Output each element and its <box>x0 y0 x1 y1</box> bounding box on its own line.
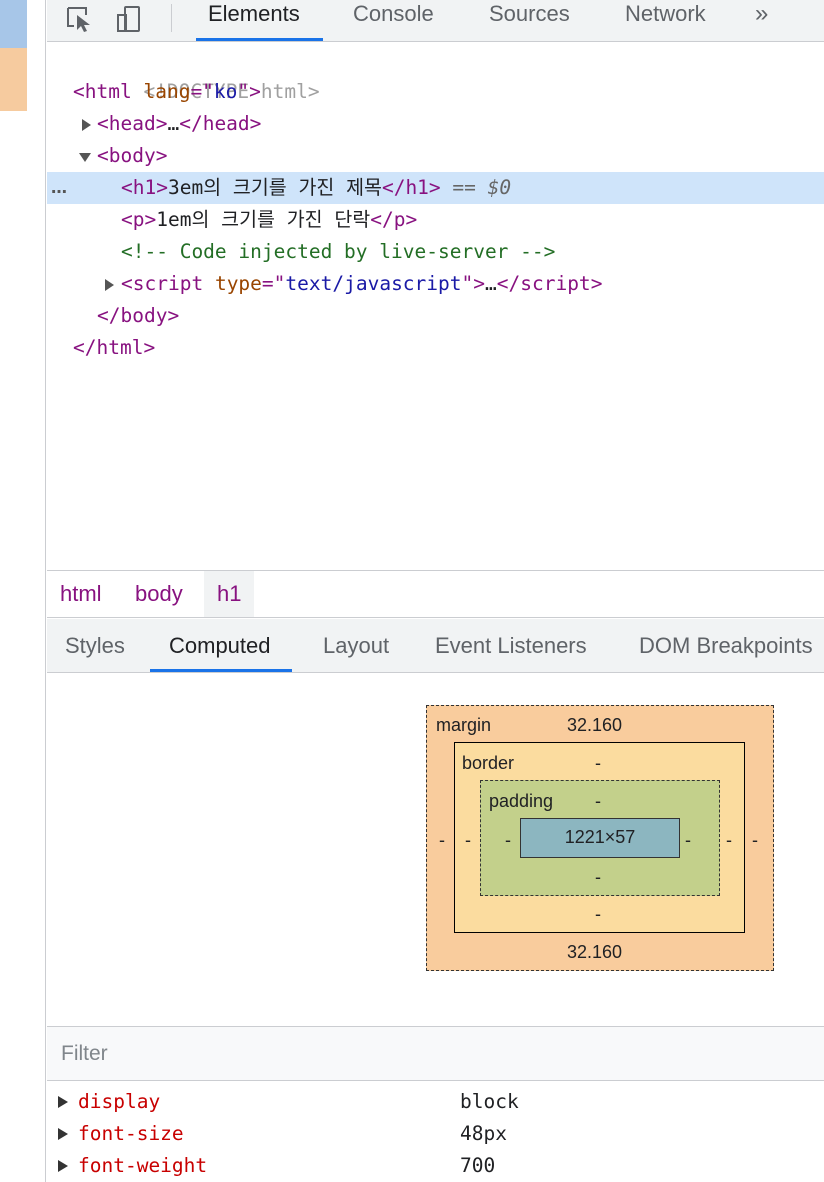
margin-label: margin <box>436 715 492 735</box>
border-label: border <box>462 753 515 773</box>
collapse-arrow-icon[interactable] <box>79 153 91 162</box>
tab-network[interactable]: Network <box>625 0 706 41</box>
inspected-page-strip <box>0 0 46 1182</box>
expand-arrow-icon[interactable] <box>58 1128 68 1140</box>
padding-label: padding <box>489 791 554 811</box>
head-ellipsis[interactable]: … <box>167 112 179 135</box>
filter-bar <box>47 1026 824 1081</box>
html-attr-name: lang <box>143 80 191 103</box>
filter-input[interactable] <box>47 1027 824 1080</box>
property-name: font-weight <box>78 1154 208 1177</box>
computed-property-row[interactable]: font-size 48px <box>47 1118 824 1150</box>
script-attr-name: type <box>214 272 262 295</box>
expand-arrow-icon[interactable] <box>82 119 91 131</box>
page-highlight-content <box>0 0 27 48</box>
live-server-comment: <!-- Code injected by live-server --> <box>121 240 556 263</box>
dom-node-doctype[interactable]: <!DOCTYPE html> <box>47 44 824 103</box>
expand-arrow-icon[interactable] <box>58 1160 68 1172</box>
border-right-value[interactable]: - <box>726 830 732 850</box>
dom-node-body-close[interactable]: </body> <box>47 300 824 332</box>
property-name: display <box>78 1090 161 1113</box>
expand-arrow-icon[interactable] <box>105 279 114 291</box>
expand-arrow-icon[interactable] <box>58 1096 68 1108</box>
box-model-content[interactable]: 1221×57 <box>520 818 680 858</box>
more-tabs-chevron-icon[interactable]: » <box>755 0 768 28</box>
devtools-panel: Elements Console Sources Network » <!DOC… <box>47 0 824 1182</box>
script-ellipsis[interactable]: … <box>485 272 497 295</box>
script-attr-value: text/javascript <box>285 272 462 295</box>
dom-node-h1-selected[interactable]: … <h1>3em의 크기를 가진 제목</h1> == $0 <box>47 172 824 204</box>
margin-left-value[interactable]: - <box>439 830 445 850</box>
dom-node-body[interactable]: <body> <box>47 140 824 172</box>
breadcrumb-item-h1[interactable]: h1 <box>204 571 255 617</box>
tab-elements[interactable]: Elements <box>196 0 323 41</box>
computed-property-row[interactable]: display block <box>47 1086 824 1118</box>
breadcrumb-item-html[interactable]: html <box>47 571 115 617</box>
body-tag-name: body <box>108 144 156 167</box>
script-tag-name: script <box>132 272 204 295</box>
tab-computed[interactable]: Computed <box>150 619 291 672</box>
h1-text-content: 3em의 크기를 가진 제목 <box>167 176 382 199</box>
property-name: font-size <box>78 1122 184 1145</box>
toolbar-divider <box>171 4 172 32</box>
breadcrumb: html body h1 <box>47 570 824 618</box>
computed-property-row[interactable]: font-weight 700 <box>47 1150 824 1182</box>
tab-layout[interactable]: Layout <box>323 619 389 672</box>
tab-styles[interactable]: Styles <box>65 619 125 672</box>
html-attr-value: ko <box>213 80 238 103</box>
margin-top-value[interactable]: 32.160 <box>567 715 622 735</box>
devtools-tab-bar: Elements Console Sources Network » <box>47 0 824 42</box>
padding-bottom-value[interactable]: - <box>595 867 601 887</box>
sidebar-tab-bar: Styles Computed Layout Event Listeners D… <box>47 619 824 673</box>
tab-console[interactable]: Console <box>353 0 434 41</box>
property-value: block <box>460 1090 519 1113</box>
box-model-diagram: 1221×57 margin 32.160 32.160 - - border … <box>426 705 774 971</box>
dom-node-p[interactable]: <p>1em의 크기를 가진 단락</p> <box>47 204 824 236</box>
border-left-value[interactable]: - <box>465 830 471 850</box>
page-highlight-margin <box>0 48 27 111</box>
dom-node-html-close[interactable]: </html> <box>47 332 824 364</box>
inspect-element-icon[interactable] <box>65 6 95 32</box>
p-close-tag-name: p <box>393 208 406 231</box>
head-tag-name: head <box>108 112 156 135</box>
body-close-tag-name: body <box>120 304 168 327</box>
dom-tree: <!DOCTYPE html> <html lang="ko"> <head>…… <box>47 44 824 570</box>
p-text-content: 1em의 크기를 가진 단락 <box>156 208 371 231</box>
dom-node-comment[interactable]: <!-- Code injected by live-server --> <box>47 236 824 268</box>
selected-node-marker: == $0 <box>440 176 512 199</box>
property-value: 48px <box>460 1122 507 1145</box>
html-tag-name: html <box>84 80 132 103</box>
dom-node-head[interactable]: <head>…</head> <box>47 108 824 140</box>
padding-top-value[interactable]: - <box>595 791 601 811</box>
margin-right-value[interactable]: - <box>752 830 758 850</box>
script-close-tag-name: script <box>520 272 591 295</box>
h1-tag-name: h1 <box>132 176 157 199</box>
p-tag-name: p <box>132 208 145 231</box>
padding-left-value[interactable]: - <box>505 830 511 850</box>
tab-event-listeners[interactable]: Event Listeners <box>435 619 587 672</box>
margin-bottom-value[interactable]: 32.160 <box>567 942 622 962</box>
dom-node-html[interactable]: <html lang="ko"> <box>47 76 824 108</box>
property-value: 700 <box>460 1154 496 1177</box>
breadcrumb-item-body[interactable]: body <box>122 571 196 617</box>
tab-dom-breakpoints[interactable]: DOM Breakpoints <box>639 619 813 672</box>
dom-node-script[interactable]: <script type="text/javascript">…</script… <box>47 268 824 300</box>
html-close-tag-name: html <box>96 336 144 359</box>
border-top-value[interactable]: - <box>595 753 601 773</box>
node-actions-ellipsis-icon[interactable]: … <box>51 172 68 204</box>
tab-sources[interactable]: Sources <box>489 0 570 41</box>
border-bottom-value[interactable]: - <box>595 904 601 924</box>
head-close-tag-name: head <box>202 112 250 135</box>
device-toolbar-icon[interactable] <box>115 6 145 32</box>
h1-close-tag-name: h1 <box>405 176 429 199</box>
padding-right-value[interactable]: - <box>685 830 691 850</box>
